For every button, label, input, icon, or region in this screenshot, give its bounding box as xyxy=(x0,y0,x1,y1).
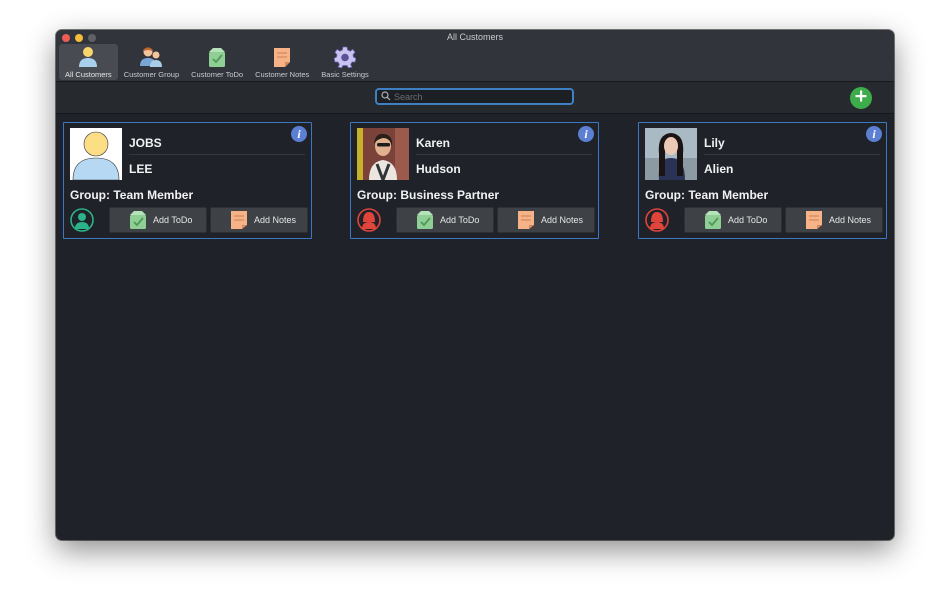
avatar-icon xyxy=(357,208,381,232)
add-notes-button[interactable]: Add Notes xyxy=(497,207,595,233)
lily-photo xyxy=(645,128,697,180)
customer-first-name: JOBS xyxy=(129,136,162,150)
add-customer-button[interactable] xyxy=(850,87,872,109)
avatar-icon xyxy=(645,208,669,232)
note-icon xyxy=(272,46,292,68)
toolbar-label: Customer ToDo xyxy=(191,70,244,79)
customer-first-name: Karen xyxy=(416,136,451,150)
customer-card[interactable]: JOBS LEE i Group: Team Member Add ToDo A… xyxy=(63,122,312,239)
customer-card[interactable]: Karen Hudson i Group: Business Partner A… xyxy=(350,122,599,239)
todo-bag-icon xyxy=(128,210,148,230)
toolbar-customer-notes[interactable]: Customer Notes xyxy=(249,44,315,80)
customer-group: Group: Team Member xyxy=(645,188,769,202)
name-divider xyxy=(129,154,305,155)
toolbar-all-customers[interactable]: All Customers xyxy=(59,44,118,80)
toolbar-label: All Customers xyxy=(65,70,112,79)
info-icon[interactable]: i xyxy=(866,126,882,142)
customer-photo xyxy=(645,128,697,180)
search-field[interactable] xyxy=(375,88,574,105)
todo-bag-icon xyxy=(415,210,435,230)
karen-photo xyxy=(357,128,409,180)
default-person-icon xyxy=(72,131,120,180)
note-icon xyxy=(229,210,249,230)
add-notes-label: Add Notes xyxy=(254,215,297,225)
add-todo-button[interactable]: Add ToDo xyxy=(396,207,494,233)
info-icon[interactable]: i xyxy=(291,126,307,142)
todo-bag-icon xyxy=(703,210,723,230)
name-divider xyxy=(416,154,592,155)
name-divider xyxy=(704,154,880,155)
customer-photo xyxy=(357,128,409,180)
add-notes-label: Add Notes xyxy=(541,215,584,225)
add-notes-label: Add Notes xyxy=(829,215,872,225)
customer-last-name: Alien xyxy=(704,162,734,176)
customer-photo xyxy=(70,128,122,180)
title-bar: All Customers All Customers Customer Gro… xyxy=(56,30,894,82)
add-todo-button[interactable]: Add ToDo xyxy=(684,207,782,233)
toolbar-basic-settings[interactable]: Basic Settings xyxy=(315,44,375,80)
add-notes-button[interactable]: Add Notes xyxy=(785,207,883,233)
customer-group: Group: Team Member xyxy=(70,188,194,202)
person-icon xyxy=(78,46,98,68)
gear-icon xyxy=(334,46,357,68)
toolbar-label: Customer Notes xyxy=(255,70,310,79)
avatar-icon xyxy=(70,208,94,232)
search-bar xyxy=(56,82,894,114)
plus-icon xyxy=(855,89,867,107)
toolbar-label: Basic Settings xyxy=(321,70,369,79)
add-todo-label: Add ToDo xyxy=(153,215,193,225)
customer-group: Group: Business Partner xyxy=(357,188,500,202)
note-icon xyxy=(516,210,536,230)
search-icon xyxy=(381,88,391,106)
info-icon[interactable]: i xyxy=(578,126,594,142)
app-window: All Customers All Customers Customer Gro… xyxy=(56,30,894,540)
customer-last-name: LEE xyxy=(129,162,153,176)
toolbar-label: Customer Group xyxy=(123,70,180,79)
add-todo-label: Add ToDo xyxy=(728,215,768,225)
toolbar-customer-todo[interactable]: Customer ToDo xyxy=(185,44,249,80)
customer-first-name: Lily xyxy=(704,136,725,150)
toolbar-customer-group[interactable]: Customer Group xyxy=(118,44,185,80)
window-title: All Customers xyxy=(446,32,503,42)
toolbar: All Customers Customer Group Customer To… xyxy=(59,44,375,80)
customer-card[interactable]: Lily Alien i Group: Team Member Add ToDo xyxy=(638,122,887,239)
note-icon xyxy=(804,210,824,230)
search-input[interactable] xyxy=(394,91,564,102)
add-todo-button[interactable]: Add ToDo xyxy=(109,207,207,233)
add-notes-button[interactable]: Add Notes xyxy=(210,207,308,233)
customer-last-name: Hudson xyxy=(416,162,461,176)
add-todo-label: Add ToDo xyxy=(440,215,480,225)
group-icon xyxy=(139,46,163,68)
todo-bag-icon xyxy=(207,46,227,68)
